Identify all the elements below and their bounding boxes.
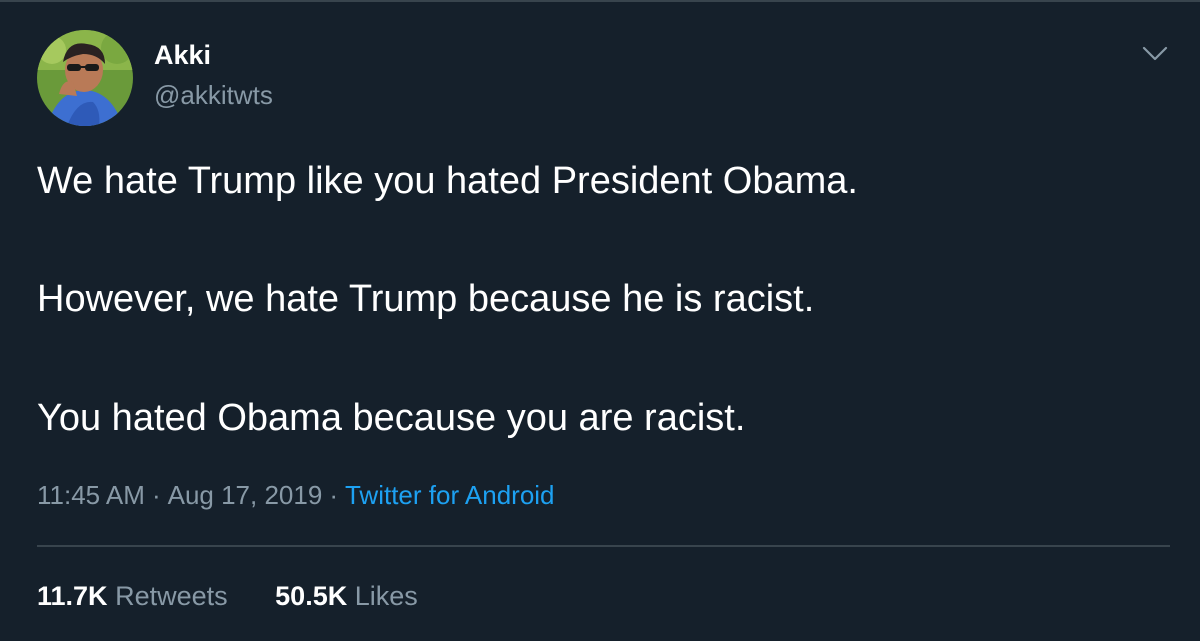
tweet-card: Akki @akkitwts We hate Trump like you ha… (0, 0, 1200, 641)
author-display-name[interactable]: Akki (154, 42, 211, 69)
tweet-text-line: However, we hate Trump because he is rac… (37, 278, 815, 320)
tweet-time[interactable]: 11:45 AM (37, 480, 145, 510)
meta-separator: · (151, 480, 161, 510)
tweet-text-line: You hated Obama because you are racist. (37, 397, 746, 439)
author-handle[interactable]: @akkitwts (154, 82, 273, 108)
likes-stat[interactable]: 50.5K Likes (275, 583, 418, 610)
divider (37, 545, 1170, 547)
avatar[interactable] (37, 30, 133, 126)
retweets-count: 11.7K (37, 581, 108, 611)
tweet-date[interactable]: Aug 17, 2019 (168, 480, 323, 510)
retweets-stat[interactable]: 11.7K Retweets (37, 583, 228, 610)
engagement-stats: 11.7K Retweets 50.5K Likes (37, 583, 418, 610)
tweet-text-line: We hate Trump like you hated President O… (37, 160, 858, 202)
tweet-source-link[interactable]: Twitter for Android (345, 480, 555, 510)
likes-label: Likes (354, 581, 418, 611)
likes-count: 50.5K (275, 581, 348, 611)
retweets-label: Retweets (115, 581, 228, 611)
chevron-down-icon[interactable] (1140, 42, 1170, 64)
meta-separator: · (329, 480, 338, 510)
tweet-metadata: 11:45 AM · Aug 17, 2019 · Twitter for Androi… (37, 482, 555, 508)
profile-photo-icon (37, 30, 133, 126)
